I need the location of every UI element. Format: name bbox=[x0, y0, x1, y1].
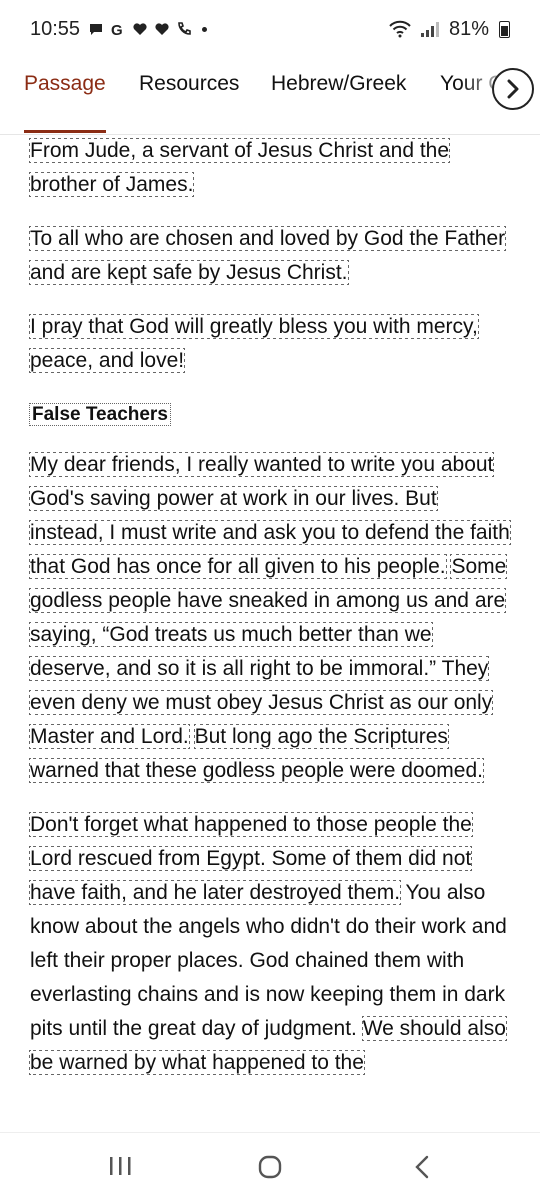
more-notifications-icon bbox=[202, 26, 208, 32]
section-heading: False Teachers bbox=[29, 398, 516, 432]
verse-text[interactable]: Some godless people have sneaked in amon… bbox=[28, 554, 508, 749]
verse-paragraph: From Jude, a servant of Jesus Christ and… bbox=[28, 134, 516, 202]
recent-apps-button[interactable] bbox=[108, 1155, 132, 1182]
battery-icon bbox=[499, 20, 510, 38]
recent-apps-icon bbox=[110, 1157, 131, 1175]
home-icon bbox=[258, 1155, 282, 1179]
section-heading-text: False Teachers bbox=[29, 403, 171, 426]
tab-bar: Passage Resources Hebrew/Greek Your C bbox=[0, 58, 540, 135]
heart-icon bbox=[155, 23, 169, 35]
svg-text:G: G bbox=[111, 22, 123, 37]
verse-text[interactable]: To all who are chosen and loved by God t… bbox=[28, 226, 507, 285]
passage-content: From Jude, a servant of Jesus Christ and… bbox=[28, 134, 516, 1100]
tab-passage[interactable]: Passage bbox=[24, 72, 106, 104]
notification-icons: G bbox=[88, 21, 208, 37]
status-right: 81% bbox=[389, 18, 510, 41]
verse-text[interactable]: My dear friends, I really wanted to writ… bbox=[29, 452, 511, 579]
wifi-icon bbox=[389, 20, 411, 38]
clock: 10:55 bbox=[30, 17, 81, 40]
verse-paragraph: To all who are chosen and loved by God t… bbox=[28, 222, 516, 290]
signal-icon bbox=[420, 21, 439, 37]
status-left: 10:55 G bbox=[30, 17, 208, 41]
verse-paragraph: My dear friends, I really wanted to writ… bbox=[28, 448, 516, 788]
home-button[interactable] bbox=[258, 1155, 282, 1184]
verse-paragraph: I pray that God will greatly bless you w… bbox=[29, 310, 516, 378]
verse-text[interactable]: I pray that God will greatly bless you w… bbox=[29, 314, 479, 373]
heart-icon bbox=[133, 23, 147, 35]
scroll-tabs-right-button[interactable] bbox=[492, 68, 534, 110]
verse-text[interactable]: From Jude, a servant of Jesus Christ and… bbox=[28, 138, 451, 197]
status-bar: 10:55 G 81% bbox=[0, 0, 540, 58]
system-nav-bar bbox=[0, 1132, 540, 1201]
battery-percent: 81% bbox=[448, 17, 489, 40]
google-icon: G bbox=[111, 22, 123, 37]
tab-resources[interactable]: Resources bbox=[139, 72, 239, 104]
chat-bubble-icon bbox=[90, 24, 103, 35]
back-icon bbox=[415, 1155, 429, 1179]
missed-call-icon bbox=[178, 22, 191, 35]
chevron-right-icon bbox=[507, 79, 519, 99]
back-button[interactable] bbox=[412, 1155, 432, 1184]
tab-hebrew-greek[interactable]: Hebrew/Greek bbox=[271, 72, 406, 104]
active-tab-indicator bbox=[24, 130, 106, 133]
verse-paragraph: Don't forget what happened to those peop… bbox=[29, 808, 516, 1080]
